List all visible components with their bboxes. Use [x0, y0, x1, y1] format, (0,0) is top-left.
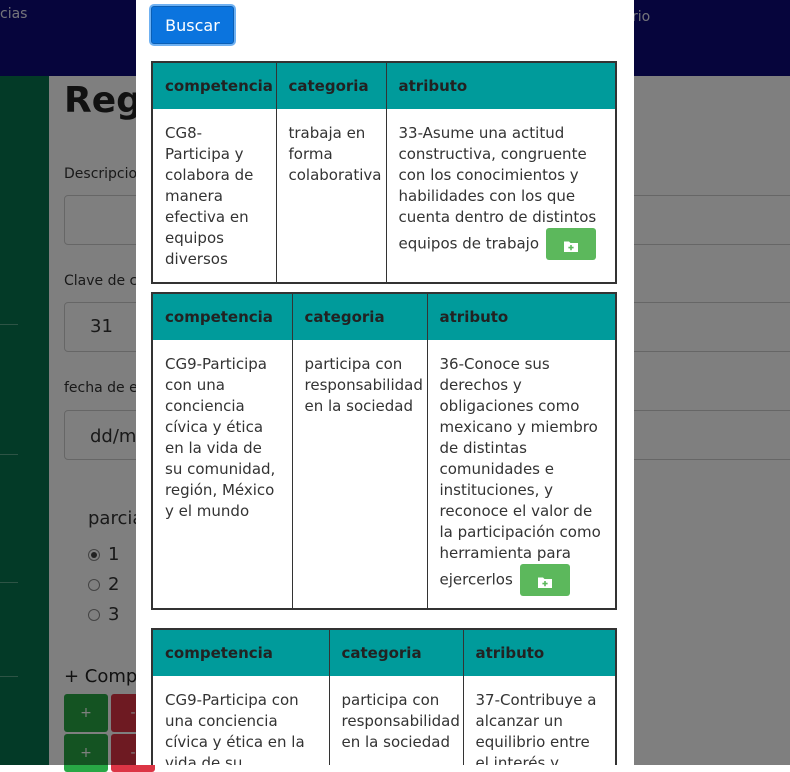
add-atributo-button[interactable] — [545, 228, 596, 260]
atributo-text: 36-Conoce sus derechos y obligaciones co… — [439, 355, 601, 589]
header-atributo: atributo — [463, 629, 616, 676]
atributo-cell: 36-Conoce sus derechos y obligaciones co… — [427, 340, 616, 609]
header-categoria: categoria — [329, 629, 464, 676]
atributo-cell: 37-Contribuye a alcanzar un equilibrio e… — [475, 691, 597, 765]
folder-plus-icon — [563, 237, 578, 258]
table-row: CG8-Participa y colabora de manera efect… — [152, 109, 616, 283]
competencia-cell: CG9-Participa con una conciencia cívica … — [152, 676, 330, 765]
result-table: competencia categoria atributo CG9-Parti… — [151, 628, 617, 765]
table-row: CG9-Participa con una conciencia cívica … — [152, 676, 616, 765]
result-table: competencia categoria atributo CG9-Parti… — [151, 292, 617, 610]
atributo-cell: 33-Asume una actitud constructiva, congr… — [386, 109, 616, 283]
header-atributo: atributo — [386, 62, 616, 109]
header-categoria: categoria — [276, 62, 387, 109]
add-atributo-button[interactable] — [519, 564, 570, 596]
header-atributo: atributo — [427, 293, 616, 340]
header-categoria: categoria — [292, 293, 428, 340]
categoria-cell: participa con responsabilidad en la soci… — [329, 676, 464, 765]
categoria-cell: participa con responsabilidad en la soci… — [292, 340, 428, 609]
categoria-cell: trabaja en forma colaborativa — [276, 109, 387, 283]
header-competencia: competencia — [152, 62, 277, 109]
competencia-cell: CG8-Participa y colabora de manera efect… — [152, 109, 277, 283]
header-competencia: competencia — [152, 293, 293, 340]
table-row: CG9-Participa con una conciencia cívica … — [152, 340, 616, 609]
folder-plus-icon — [537, 573, 552, 594]
search-modal: Buscar competencia categoria atributo CG… — [136, 0, 634, 765]
header-competencia: competencia — [152, 629, 330, 676]
competencia-cell: CG9-Participa con una conciencia cívica … — [152, 340, 293, 609]
result-table: competencia categoria atributo CG8-Parti… — [151, 61, 617, 284]
buscar-button[interactable]: Buscar — [151, 6, 234, 44]
